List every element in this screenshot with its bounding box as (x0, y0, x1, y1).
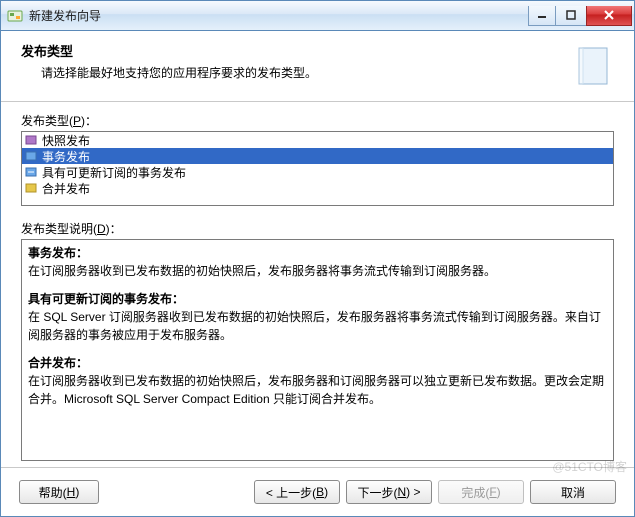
finish-button[interactable]: 完成(F) (438, 480, 524, 504)
list-item-label: 具有可更新订阅的事务发布 (42, 164, 186, 181)
wizard-header: 发布类型 请选择能最好地支持您的应用程序要求的发布类型。 (1, 31, 634, 102)
description-textbox[interactable]: 事务发布：在订阅服务器收到已发布数据的初始快照后，发布服务器将事务流式传输到订阅… (21, 239, 614, 461)
description-label: 发布类型说明(D)： (21, 220, 614, 237)
list-item-label: 事务发布 (42, 148, 90, 165)
description-heading: 事务发布： (28, 244, 607, 262)
list-item[interactable]: 事务发布 (22, 148, 613, 164)
page-subtitle: 请选择能最好地支持您的应用程序要求的发布类型。 (21, 64, 568, 81)
description-body: 在 SQL Server 订阅服务器收到已发布数据的初始快照后，发布服务器将事务… (28, 308, 607, 344)
wizard-content: 发布类型(P)： 快照发布事务发布具有可更新订阅的事务发布合并发布 发布类型说明… (1, 102, 634, 467)
transaction-icon (24, 149, 38, 163)
snapshot-icon (24, 133, 38, 147)
titlebar: 新建发布向导 (1, 1, 634, 31)
help-button[interactable]: 帮助(H) (19, 480, 99, 504)
back-button[interactable]: < 上一步(B) (254, 480, 340, 504)
window-controls (529, 6, 632, 26)
publication-type-listbox[interactable]: 快照发布事务发布具有可更新订阅的事务发布合并发布 (21, 131, 614, 206)
cancel-button[interactable]: 取消 (530, 480, 616, 504)
maximize-button[interactable] (555, 6, 587, 26)
description-section: 发布类型说明(D)： 事务发布：在订阅服务器收到已发布数据的初始快照后，发布服务… (21, 220, 614, 461)
updatable-transaction-icon (24, 165, 38, 179)
next-button[interactable]: 下一步(N) > (346, 480, 432, 504)
window-title: 新建发布向导 (29, 7, 529, 24)
description-body: 在订阅服务器收到已发布数据的初始快照后，发布服务器和订阅服务器可以独立更新已发布… (28, 372, 607, 408)
page-title: 发布类型 (21, 41, 568, 60)
description-heading: 合并发布： (28, 354, 607, 372)
app-icon (7, 8, 23, 24)
list-item[interactable]: 合并发布 (22, 180, 613, 196)
list-item-label: 合并发布 (42, 180, 90, 197)
list-item[interactable]: 快照发布 (22, 132, 613, 148)
description-heading: 具有可更新订阅的事务发布： (28, 290, 607, 308)
header-graphic-icon (568, 41, 618, 91)
type-list-label: 发布类型(P)： (21, 112, 614, 129)
close-button[interactable] (586, 6, 632, 26)
list-item-label: 快照发布 (42, 132, 90, 149)
wizard-footer: 帮助(H) < 上一步(B) 下一步(N) > 完成(F) 取消 (1, 467, 634, 516)
minimize-button[interactable] (528, 6, 556, 26)
merge-icon (24, 181, 38, 195)
wizard-window: 新建发布向导 发布类型 请选择能最好地支持您的应用程序要求的发布类型。 (0, 0, 635, 517)
description-body: 在订阅服务器收到已发布数据的初始快照后，发布服务器将事务流式传输到订阅服务器。 (28, 262, 607, 280)
list-item[interactable]: 具有可更新订阅的事务发布 (22, 164, 613, 180)
